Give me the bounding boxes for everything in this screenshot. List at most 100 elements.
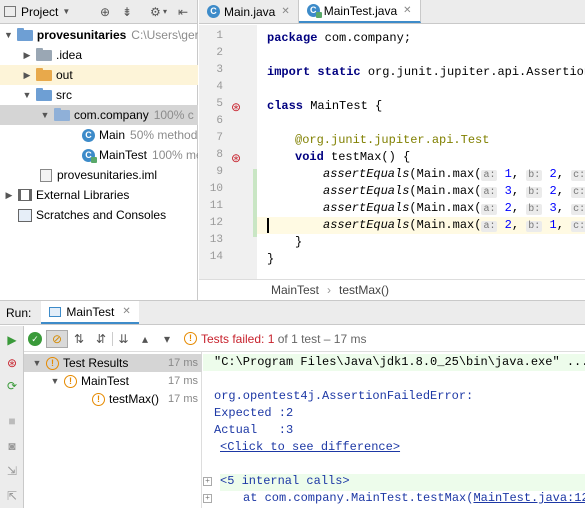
gear-dropdown-icon[interactable]: ▾ [163, 5, 167, 19]
gear-icon[interactable]: ⚙ [150, 5, 161, 19]
run-test-failed-icon[interactable]: ⊛ [231, 100, 241, 114]
close-icon[interactable]: ✕ [122, 306, 130, 317]
breadcrumb-item[interactable]: MainTest [271, 283, 319, 297]
sort-duration-icon[interactable]: ⇵ [90, 332, 112, 346]
editor-gutter[interactable]: 1 2 3 4 5 6 7 8 9 10 11 12 13 14 ⊛ ⊛ [199, 25, 257, 279]
chevron-down-icon[interactable]: ▼ [62, 7, 70, 16]
toggle-auto-test-icon[interactable]: ⟳ [5, 379, 19, 393]
line-number: 13 [209, 234, 223, 246]
line-number: 11 [209, 200, 223, 212]
test-duration: 17 ms [168, 357, 198, 369]
tree-item-maintest-suite[interactable]: ▼ ! MainTest 17 ms [24, 372, 202, 390]
coverage-hint: 100% c [153, 108, 194, 122]
chevron-down-icon[interactable]: ▼ [22, 90, 32, 100]
camera-icon[interactable]: ◙ [5, 439, 19, 453]
tree-item-idea[interactable]: ▶ .idea [0, 45, 198, 65]
click-to-see-difference-link[interactable]: <Click to see difference> [220, 440, 400, 454]
param-hint: b: [526, 221, 543, 232]
chevron-right-icon[interactable]: ▶ [22, 70, 32, 81]
tree-item-scratches[interactable]: Scratches and Consoles [0, 205, 198, 225]
close-icon[interactable]: ✕ [403, 5, 411, 16]
run-tab-label: MainTest [66, 304, 115, 319]
keyword: package [267, 31, 318, 45]
test-duration: 17 ms [168, 375, 198, 387]
tab-main-java[interactable]: C Main.java ✕ [199, 0, 299, 23]
number-literal: 3 [549, 201, 557, 215]
rerun-icon[interactable]: ▶ [5, 333, 19, 347]
editor-tabs: C Main.java ✕ C MainTest.java ✕ [199, 0, 585, 24]
param-hint: c: [571, 221, 585, 232]
run-label: Run: [6, 305, 32, 320]
chevron-right-icon[interactable]: ▶ [4, 190, 14, 201]
sort-alpha-icon[interactable]: ⇅ [68, 332, 90, 346]
locate-icon[interactable]: ⊕ [100, 5, 110, 19]
chevron-down-icon[interactable]: ▾ [156, 332, 178, 346]
line-number: 9 [216, 166, 223, 178]
text-cursor [267, 218, 269, 233]
chevron-down-icon[interactable]: ▼ [40, 110, 50, 120]
tree-item-com-company[interactable]: ▼ com.company 100% c [0, 105, 198, 125]
tab-maintest-java[interactable]: C MainTest.java ✕ [298, 0, 421, 23]
run-panel: Run: MainTest ✕ ▶ ⊛ ⟳ ■ ◙ ⇲ ⇱ ✓ ⊘ ⇅ ⇵ ⇊ … [0, 300, 585, 508]
tree-item-testmax[interactable]: ! testMax() 17 ms [24, 390, 202, 408]
stop-icon[interactable]: ■ [5, 414, 19, 428]
method-call: assertEquals [323, 167, 410, 181]
chevron-down-icon[interactable]: ▼ [4, 30, 13, 40]
class-icon: C [82, 128, 95, 142]
source-link[interactable]: MainTest.java:12 [473, 491, 585, 505]
chevron-down-icon[interactable]: ▼ [32, 358, 42, 368]
test-status: ! Tests failed: 1 of 1 test – 17 ms [184, 332, 366, 346]
tree-item-src[interactable]: ▼ src [0, 85, 198, 105]
console-expected: Expected :2 [214, 406, 294, 420]
expand-icon[interactable]: + [203, 494, 212, 503]
tree-item-maintest[interactable]: C MainTest 100% me [0, 145, 198, 165]
editor-area: C Main.java ✕ C MainTest.java ✕ 1 2 3 4 … [199, 0, 585, 300]
tree-item-label: External Libraries [36, 188, 130, 202]
import-icon[interactable]: ⇱ [5, 489, 19, 503]
project-title[interactable]: Project [21, 5, 58, 19]
code-line-1: package com.company; [267, 30, 411, 47]
tab-maintest-run[interactable]: MainTest ✕ [41, 301, 139, 324]
param-hint: b: [526, 170, 543, 181]
code-editor[interactable]: package com.company; import static org.j… [257, 25, 585, 279]
line-number: 8 [216, 149, 223, 161]
run-test-failed-icon[interactable]: ⊛ [231, 151, 241, 165]
library-icon [18, 189, 32, 201]
show-passed-icon[interactable]: ✓ [28, 331, 42, 346]
line-number: 14 [209, 251, 223, 263]
scratch-icon [18, 208, 32, 222]
export-icon[interactable]: ⇲ [5, 464, 19, 478]
tree-item-label: MainTest [99, 148, 148, 162]
line-number: 1 [216, 30, 223, 42]
tree-item-external-libraries[interactable]: ▶ External Libraries [0, 185, 198, 205]
code-text: testMax() { [323, 150, 411, 164]
number-literal: 2 [549, 167, 557, 181]
chevron-right-icon[interactable]: ▶ [22, 50, 32, 61]
warning-icon: ! [184, 332, 197, 345]
chevron-up-icon[interactable]: ▴ [134, 332, 156, 346]
expand-all-icon[interactable]: ⇊ [112, 331, 134, 346]
console-internal-calls[interactable]: <5 internal calls> [220, 474, 585, 491]
tree-item-out[interactable]: ▶ out [0, 65, 198, 85]
code-text: (Main.max( [409, 218, 482, 232]
tree-item-iml[interactable]: provesunitaries.iml [0, 165, 198, 185]
ide-window: Project ▼ ⊕ ⇟ ⚙ ▾ ⇤ ▼ provesunitaries C:… [0, 0, 585, 508]
hide-icon[interactable]: ⇤ [178, 5, 188, 19]
rerun-failed-icon[interactable]: ⊛ [5, 356, 19, 370]
collapse-all-icon[interactable]: ⇟ [122, 5, 132, 19]
test-class-icon: C [306, 4, 322, 18]
tree-item-main[interactable]: C Main 50% method [0, 125, 198, 145]
tree-item-label: Main [99, 128, 126, 142]
tree-item-project-root[interactable]: ▼ provesunitaries C:\Users\ger [0, 25, 198, 45]
close-icon[interactable]: ✕ [281, 6, 289, 17]
param-hint: b: [526, 204, 543, 215]
show-ignored-icon[interactable]: ⊘ [46, 329, 68, 348]
source-folder-icon [36, 87, 52, 101]
param-hint: a: [481, 221, 498, 232]
chevron-down-icon[interactable]: ▼ [50, 376, 60, 386]
console-output[interactable]: "C:\Program Files\Java\jdk1.8.0_25\bin\j… [203, 352, 585, 508]
tree-item-test-results[interactable]: ▼ ! Test Results 17 ms [24, 354, 202, 372]
number-literal: 1 [549, 218, 557, 232]
expand-icon[interactable]: + [203, 477, 212, 486]
breadcrumb-item[interactable]: testMax() [339, 283, 389, 297]
